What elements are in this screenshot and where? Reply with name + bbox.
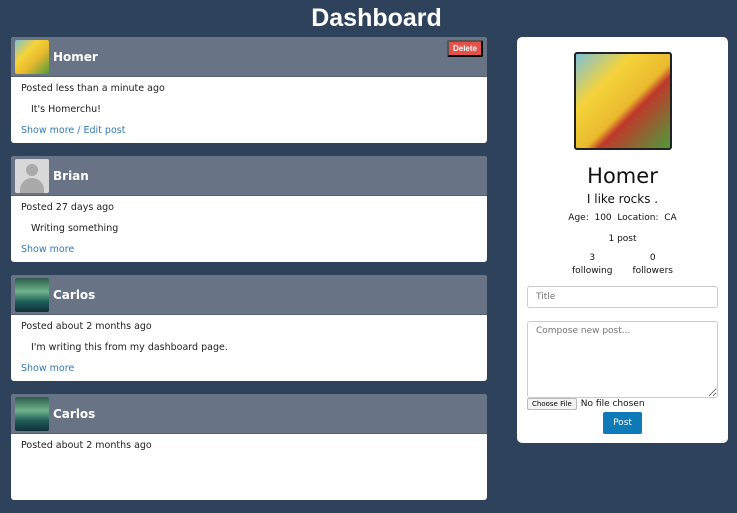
- show-more-edit-link[interactable]: Show more / Edit post: [21, 125, 125, 136]
- post-timestamp: Posted about 2 months ago: [21, 321, 152, 332]
- post-timestamp: Posted less than a minute ago: [21, 83, 165, 94]
- profile-panel: Homer I like rocks . Age: 100 Location: …: [517, 37, 728, 443]
- location-value: CA: [664, 213, 677, 223]
- post-timestamp: Posted 27 days ago: [21, 202, 114, 213]
- post-text: It's Homerchu!: [31, 104, 101, 115]
- choose-file-button[interactable]: Choose File: [527, 398, 577, 410]
- avatar[interactable]: [15, 158, 49, 193]
- post-username[interactable]: Carlos: [53, 407, 95, 421]
- avatar[interactable]: [15, 277, 49, 312]
- post-count: 1 post: [608, 234, 637, 244]
- avatar[interactable]: [15, 39, 49, 74]
- age-value: 100: [594, 213, 612, 223]
- post-timestamp: Posted about 2 months ago: [21, 440, 152, 451]
- show-more-link[interactable]: Show more: [21, 363, 74, 374]
- post-card: Homer Delete Posted less than a minute a…: [11, 37, 487, 143]
- compose-textarea[interactable]: [527, 321, 718, 398]
- title-input[interactable]: [527, 286, 718, 308]
- post-header: Brian: [11, 156, 487, 196]
- following-label: following: [572, 266, 613, 276]
- page-title: Dashboard: [311, 4, 442, 32]
- post-username[interactable]: Homer: [53, 50, 98, 64]
- followers-count: 0: [649, 253, 656, 263]
- show-more-link[interactable]: Show more: [21, 244, 74, 255]
- post-header: Homer Delete: [11, 37, 487, 77]
- location-label: Location:: [617, 213, 659, 223]
- profile-name: Homer: [587, 164, 658, 188]
- age-label: Age:: [568, 213, 589, 223]
- post-card: Carlos Posted about 2 months ago: [11, 394, 487, 500]
- post-feed: Homer Delete Posted less than a minute a…: [11, 37, 487, 513]
- following-count: 3: [589, 253, 596, 263]
- followers-label: followers: [632, 266, 673, 276]
- post-card: Carlos Posted about 2 months ago I'm wri…: [11, 275, 487, 381]
- post-text: Writing something: [31, 223, 119, 234]
- following-stat[interactable]: 3 following: [572, 252, 612, 278]
- post-header: Carlos: [11, 275, 487, 315]
- post-card: Brian Posted 27 days ago Writing somethi…: [11, 156, 487, 262]
- file-status: No file chosen: [580, 399, 645, 409]
- profile-meta: Age: 100 Location: CA: [517, 213, 728, 223]
- profile-avatar: [573, 52, 672, 150]
- profile-bio: I like rocks .: [586, 192, 659, 206]
- post-button[interactable]: Post: [603, 412, 642, 434]
- post-text: I'm writing this from my dashboard page.: [31, 342, 228, 353]
- delete-button[interactable]: Delete: [446, 40, 483, 57]
- post-username[interactable]: Carlos: [53, 288, 95, 302]
- post-username[interactable]: Brian: [53, 169, 89, 183]
- post-header: Carlos: [11, 394, 487, 434]
- avatar[interactable]: [15, 396, 49, 431]
- followers-stat[interactable]: 0 followers: [632, 252, 672, 278]
